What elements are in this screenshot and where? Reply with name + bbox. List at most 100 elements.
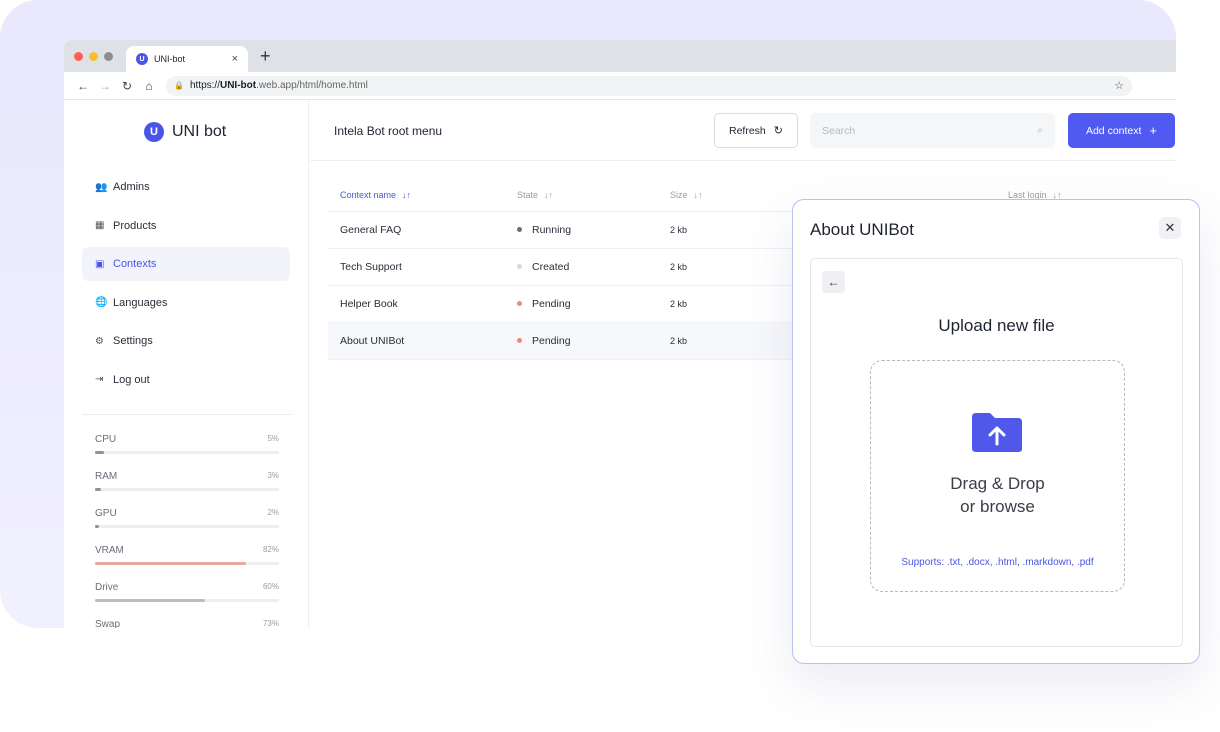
- metric-label: Swap: [95, 619, 121, 628]
- context-name: General FAQ: [340, 224, 402, 236]
- metric-label: CPU: [95, 434, 117, 445]
- metric-bar-fill: [95, 488, 101, 491]
- column-state[interactable]: State ↓↑: [517, 190, 670, 200]
- metric-swap: Swap 73%: [95, 619, 279, 628]
- search-input[interactable]: [822, 124, 1038, 137]
- sidebar: U UNI bot 👥 Admins ▦ Products ▣ Contexts 🌐 Lang…: [64, 100, 309, 628]
- back-arrow-icon[interactable]: ←: [822, 271, 845, 293]
- main-header: Intela Bot root menu Refresh ↻ ⌕ Add con…: [310, 100, 1176, 161]
- metric-drive: Drive 60%: [95, 582, 279, 619]
- metric-bar: [95, 562, 279, 565]
- reload-icon[interactable]: ↻: [116, 79, 138, 93]
- sidebar-item-label: Settings: [113, 335, 153, 347]
- tab-close-icon[interactable]: ×: [232, 53, 238, 65]
- metric-percent: 60%: [262, 582, 279, 591]
- close-icon[interactable]: ✕: [1159, 217, 1181, 239]
- context-name: Helper Book: [340, 298, 398, 310]
- metric-bar: [95, 599, 279, 602]
- add-context-button[interactable]: Add context +: [1068, 113, 1175, 148]
- window-close-dot[interactable]: [74, 52, 83, 61]
- metric-percent: 73%: [262, 619, 279, 628]
- column-label: Context name: [340, 189, 397, 200]
- upload-panel: ← Upload new file Drag & Drop or browse …: [810, 258, 1183, 647]
- sidebar-item-label: Admins: [113, 181, 150, 193]
- sort-down-icon: ↓↑: [402, 189, 412, 200]
- state-label: Pending: [532, 298, 571, 310]
- users-icon: 👥: [95, 181, 108, 193]
- sidebar-item-label: Contexts: [113, 258, 157, 270]
- url-prefix: https://: [189, 80, 220, 91]
- browser-tab[interactable]: U UNI-bot ×: [126, 46, 248, 72]
- metric-bar-fill: [95, 599, 206, 602]
- plus-icon: +: [1149, 123, 1158, 138]
- context-state: Pending: [517, 298, 670, 310]
- context-state: Created: [517, 261, 670, 273]
- sidebar-item-log-out[interactable]: ⇥ Log out: [82, 363, 290, 397]
- logout-icon: ⇥: [95, 374, 104, 385]
- metric-bar-fill: [95, 562, 246, 565]
- metric-ram: RAM 3%: [95, 471, 279, 508]
- state-label: Running: [532, 224, 572, 236]
- resource-metrics: CPU 5% RAM 3% GPU 2% VRAM 82% Drive 60% Swap 73%: [95, 434, 279, 628]
- window-minimize-dot[interactable]: [89, 52, 98, 61]
- bookmark-star-icon[interactable]: ☆: [1114, 79, 1124, 92]
- metric-percent: 82%: [262, 545, 279, 554]
- new-tab-button[interactable]: +: [260, 46, 271, 67]
- upload-title: Upload new file: [938, 316, 1055, 335]
- refresh-button[interactable]: Refresh ↻: [714, 113, 798, 148]
- modal-title: About UNIBot: [810, 220, 914, 239]
- context-name: About UNIBot: [340, 335, 405, 347]
- sidebar-item-languages[interactable]: 🌐 Languages: [82, 286, 290, 320]
- sidebar-item-products[interactable]: ▦ Products: [82, 209, 290, 243]
- file-dropzone[interactable]: Drag & Drop or browse Supports: .txt, .d…: [870, 360, 1125, 592]
- metric-gpu: GPU 2%: [95, 508, 279, 545]
- url-field[interactable]: 🔒 https://UNI-bot .web.app/html/home.html…: [166, 75, 1132, 96]
- sidebar-item-label: Log out: [113, 373, 150, 386]
- sidebar-item-settings[interactable]: ⚙ Settings: [82, 324, 290, 358]
- sidebar-item-contexts[interactable]: ▣ Contexts: [82, 247, 290, 281]
- add-context-label: Add context: [1085, 124, 1142, 137]
- gear-icon: ⚙: [95, 335, 104, 347]
- metric-label: RAM: [95, 471, 118, 482]
- refresh-icon: ↻: [773, 125, 783, 137]
- column-size[interactable]: Size ↓↑: [670, 190, 1008, 200]
- url-path: .web.app/html/home.html: [256, 80, 368, 91]
- metric-label: GPU: [95, 508, 117, 519]
- state-label: Pending: [532, 335, 571, 347]
- sidebar-item-admins[interactable]: 👥 Admins: [82, 170, 290, 204]
- sidebar-nav: 👥 Admins ▦ Products ▣ Contexts 🌐 Languages ⚙ Sett…: [82, 170, 290, 401]
- sidebar-divider: [82, 414, 292, 415]
- back-arrow-icon[interactable]: ←: [72, 79, 94, 93]
- sort-icon: ↓↑: [544, 189, 554, 200]
- window-maximize-dot[interactable]: [104, 52, 113, 61]
- forward-arrow-icon[interactable]: →: [94, 79, 116, 93]
- state-dot-icon: [517, 337, 522, 343]
- drop-instructions: Drag & Drop or browse: [871, 472, 1124, 518]
- box-icon: ▦: [95, 220, 105, 231]
- search-box[interactable]: ⌕: [810, 113, 1055, 148]
- column-context-name[interactable]: Context name ↓↑: [328, 190, 517, 200]
- home-icon[interactable]: ⌂: [138, 79, 160, 93]
- context-state: Running: [517, 224, 670, 236]
- sidebar-item-label: Languages: [113, 296, 168, 309]
- metric-bar: [95, 525, 279, 528]
- metric-bar: [95, 488, 279, 491]
- tab-bar: U UNI-bot × +: [64, 40, 1176, 72]
- column-label: State: [517, 189, 539, 200]
- brand[interactable]: U UNI bot: [144, 122, 226, 142]
- metric-percent: 5%: [267, 434, 279, 443]
- column-last-login[interactable]: Last login ↓↑: [1008, 190, 1176, 200]
- metric-bar-fill: [95, 525, 99, 528]
- brand-name: UNI bot: [172, 123, 227, 140]
- state-dot-icon: [517, 300, 522, 306]
- page-title: Intela Bot root menu: [334, 124, 443, 138]
- state-dot-icon: [517, 263, 522, 269]
- sidebar-item-label: Products: [113, 219, 157, 232]
- column-label: Last login: [1008, 189, 1047, 200]
- browse-link[interactable]: or browse: [871, 495, 1124, 518]
- metric-bar-fill: [95, 451, 105, 454]
- supported-formats: Supports: .txt, .docx, .html, .markdown,…: [901, 557, 1094, 568]
- metric-vram: VRAM 82%: [95, 545, 279, 582]
- sort-icon: ↓↑: [1052, 189, 1062, 200]
- column-label: Size: [670, 189, 688, 200]
